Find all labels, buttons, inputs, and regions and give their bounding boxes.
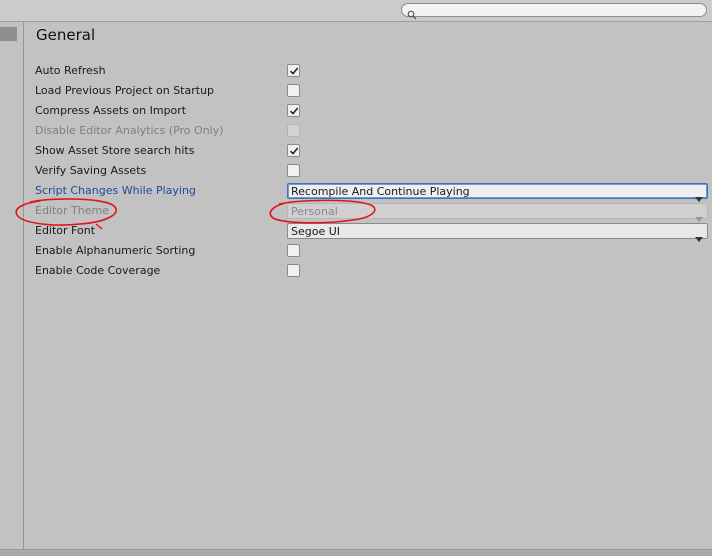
setting-row-asset-store-hits: Show Asset Store search hits xyxy=(35,141,712,161)
checkmark-icon xyxy=(289,107,299,115)
setting-label: Load Previous Project on Startup xyxy=(35,84,215,97)
setting-row-load-previous-project: Load Previous Project on Startup xyxy=(35,81,712,101)
checkmark-icon xyxy=(289,67,299,75)
toolbar xyxy=(0,0,712,22)
compress-assets-checkbox[interactable] xyxy=(287,104,300,117)
asset-store-hits-checkbox[interactable] xyxy=(287,144,300,157)
load-previous-project-checkbox[interactable] xyxy=(287,84,300,97)
annotation-circle-editor-theme xyxy=(15,198,117,230)
verify-saving-checkbox[interactable] xyxy=(287,164,300,177)
disable-analytics-checkbox xyxy=(287,124,300,137)
script-changes-dropdown[interactable]: Recompile And Continue Playing xyxy=(287,183,708,202)
dropdown-value: Recompile And Continue Playing xyxy=(291,185,470,198)
search-icon xyxy=(407,5,417,24)
annotation-circle-personal xyxy=(269,199,376,224)
setting-label: Disable Editor Analytics (Pro Only) xyxy=(35,124,224,137)
setting-label: Auto Refresh xyxy=(35,64,106,77)
setting-label: Enable Code Coverage xyxy=(35,264,161,277)
settings-category-list xyxy=(0,22,24,555)
setting-label: Enable Alphanumeric Sorting xyxy=(35,244,196,257)
code-coverage-checkbox[interactable] xyxy=(287,264,300,277)
checkmark-icon xyxy=(289,147,299,155)
setting-row-disable-analytics: Disable Editor Analytics (Pro Only) xyxy=(35,121,712,141)
setting-label: Show Asset Store search hits xyxy=(35,144,195,157)
setting-row-compress-assets: Compress Assets on Import xyxy=(35,101,712,121)
selected-category[interactable] xyxy=(0,27,17,41)
search-field[interactable] xyxy=(401,3,707,20)
setting-label: Compress Assets on Import xyxy=(35,104,187,117)
auto-refresh-checkbox[interactable] xyxy=(287,64,300,77)
panel-title: General xyxy=(36,26,96,44)
setting-row-auto-refresh: Auto Refresh xyxy=(35,61,712,81)
alphanumeric-sorting-checkbox[interactable] xyxy=(287,244,300,257)
setting-row-verify-saving: Verify Saving Assets xyxy=(35,161,712,181)
setting-row-alphanumeric-sorting: Enable Alphanumeric Sorting xyxy=(35,241,712,261)
setting-row-code-coverage: Enable Code Coverage xyxy=(35,261,712,281)
setting-label: Verify Saving Assets xyxy=(35,164,147,177)
